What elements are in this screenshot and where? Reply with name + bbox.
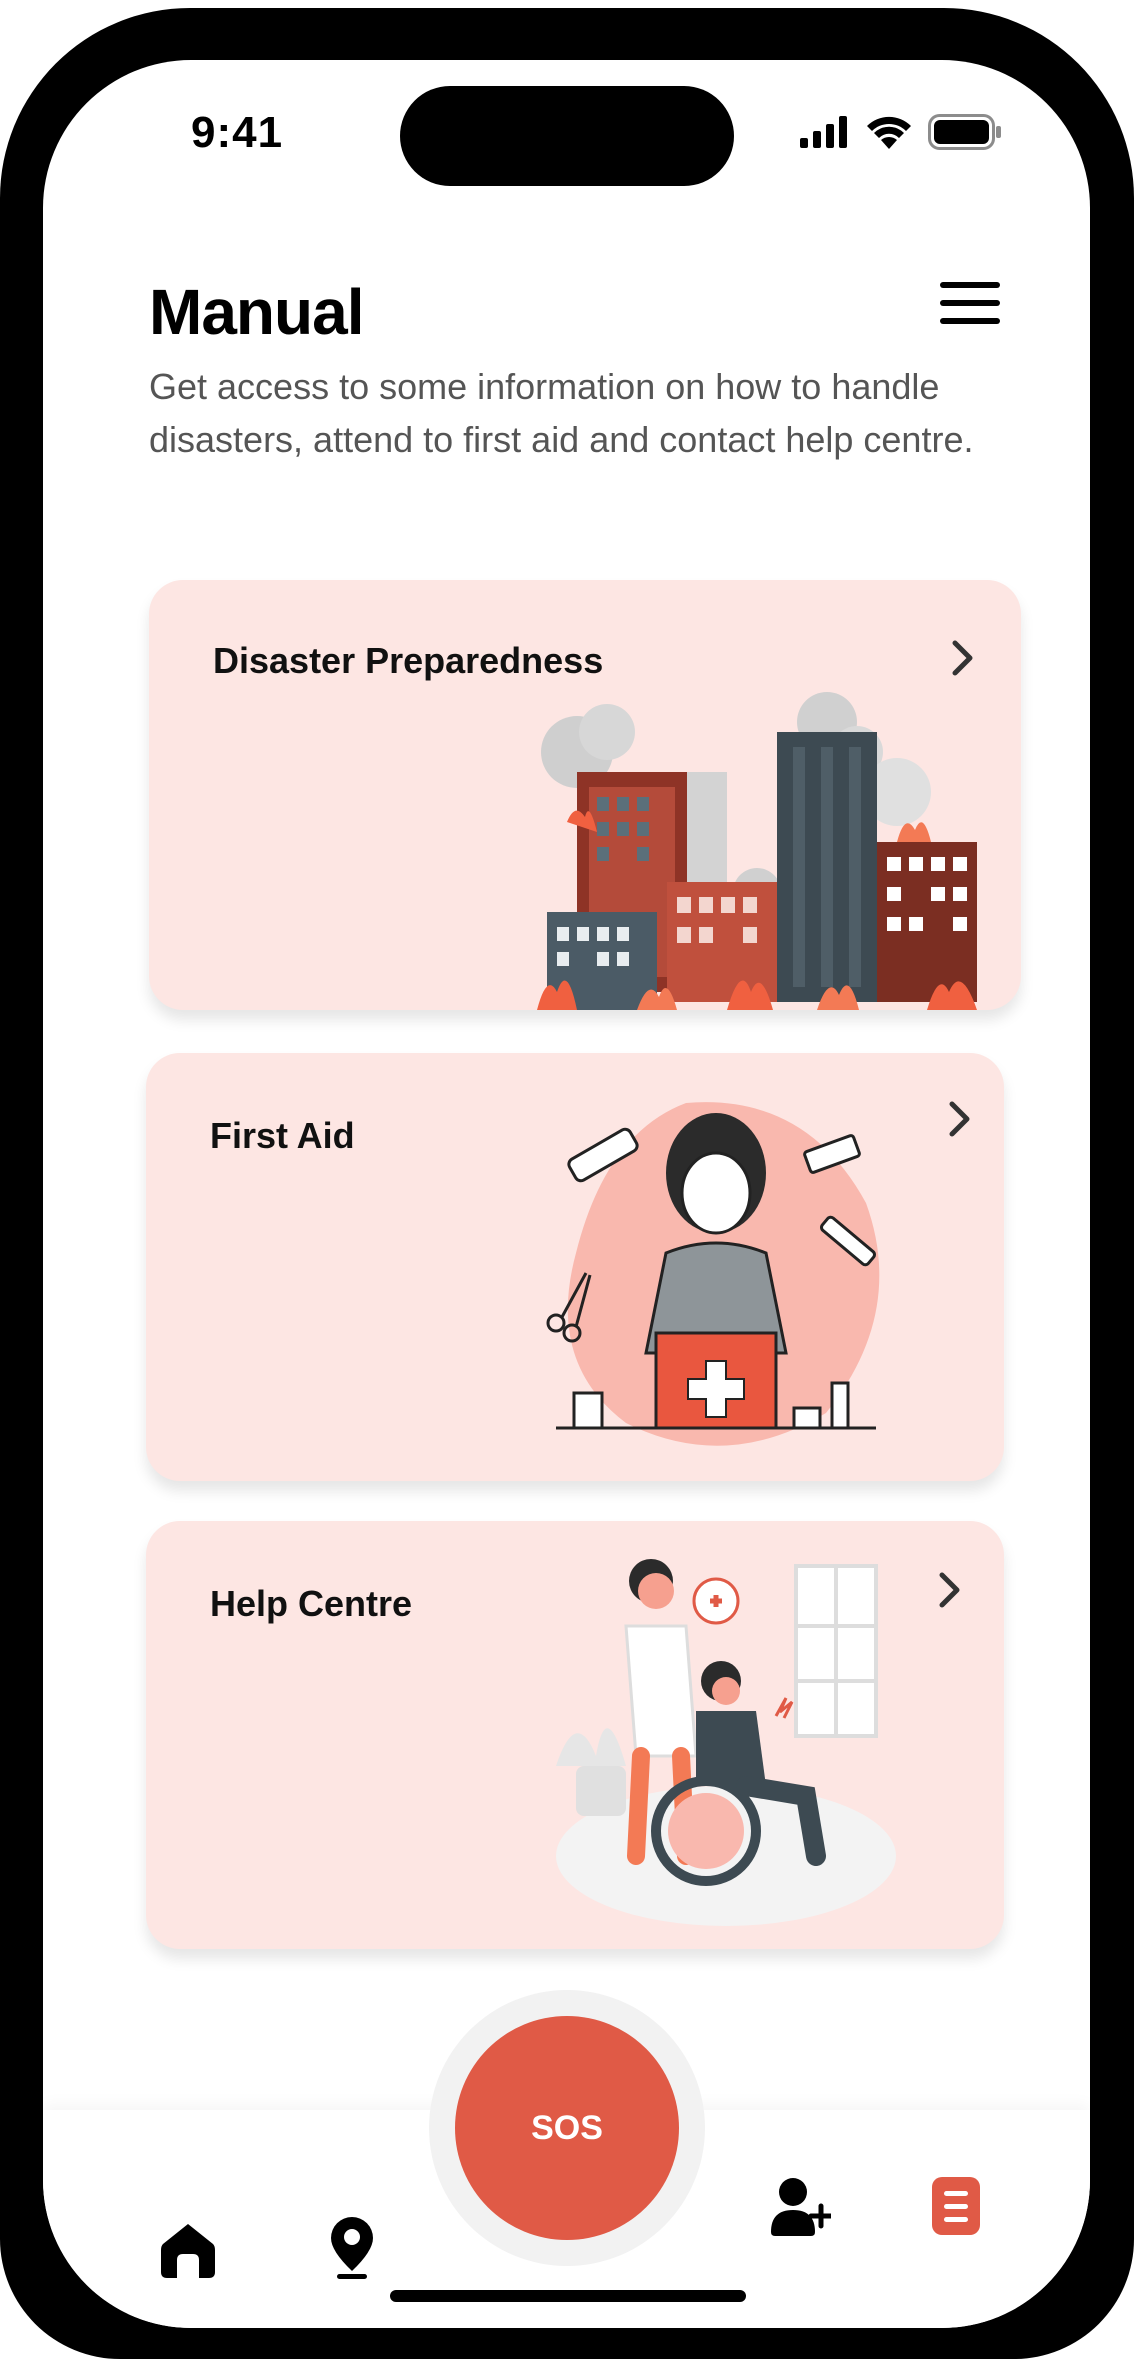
status-time: 9:41: [191, 108, 284, 157]
hamburger-line: [940, 318, 1000, 324]
menu-button[interactable]: [940, 282, 1000, 326]
page-title: Manual: [149, 276, 364, 348]
chevron-right-icon: [949, 1101, 970, 1137]
page-subtitle: Get access to some information on how to…: [149, 366, 974, 460]
burning-city-illustration: [537, 692, 977, 1010]
card-help-centre[interactable]: Help Centre: [146, 1521, 1004, 1949]
dynamic-island: [400, 86, 734, 186]
screen: 9:41 Manual Get access to some informati…: [43, 60, 1090, 2328]
volume-down-button: [0, 708, 2, 878]
manual-icon[interactable]: [932, 2177, 980, 2235]
wifi-icon: [867, 116, 911, 149]
battery-icon: [928, 114, 1001, 150]
add-user-icon[interactable]: [771, 2178, 831, 2236]
home-indicator: [390, 2290, 746, 2302]
side-button: [0, 338, 2, 428]
card-disaster-preparedness[interactable]: Disaster Preparedness: [149, 580, 1021, 1010]
help-centre-illustration: [556, 1559, 896, 1926]
home-icon[interactable]: [161, 2222, 215, 2278]
signal-icon: [800, 116, 847, 148]
card-first-aid[interactable]: First Aid: [146, 1053, 1004, 1481]
hamburger-line: [940, 282, 1000, 288]
chevron-right-icon: [952, 640, 973, 676]
location-pin-icon[interactable]: [331, 2217, 373, 2279]
hamburger-line: [940, 300, 1000, 306]
volume-up-button: [0, 508, 2, 678]
card-title: Help Centre: [210, 1583, 413, 1624]
card-title: Disaster Preparedness: [213, 640, 604, 681]
status-icons: [800, 114, 1002, 150]
chevron-right-icon: [939, 1572, 960, 1608]
card-title: First Aid: [210, 1115, 355, 1156]
first-aid-illustration: [546, 1102, 880, 1446]
phone-frame: 9:41 Manual Get access to some informati…: [0, 8, 1134, 2359]
sos-button[interactable]: SOS: [455, 2016, 679, 2240]
